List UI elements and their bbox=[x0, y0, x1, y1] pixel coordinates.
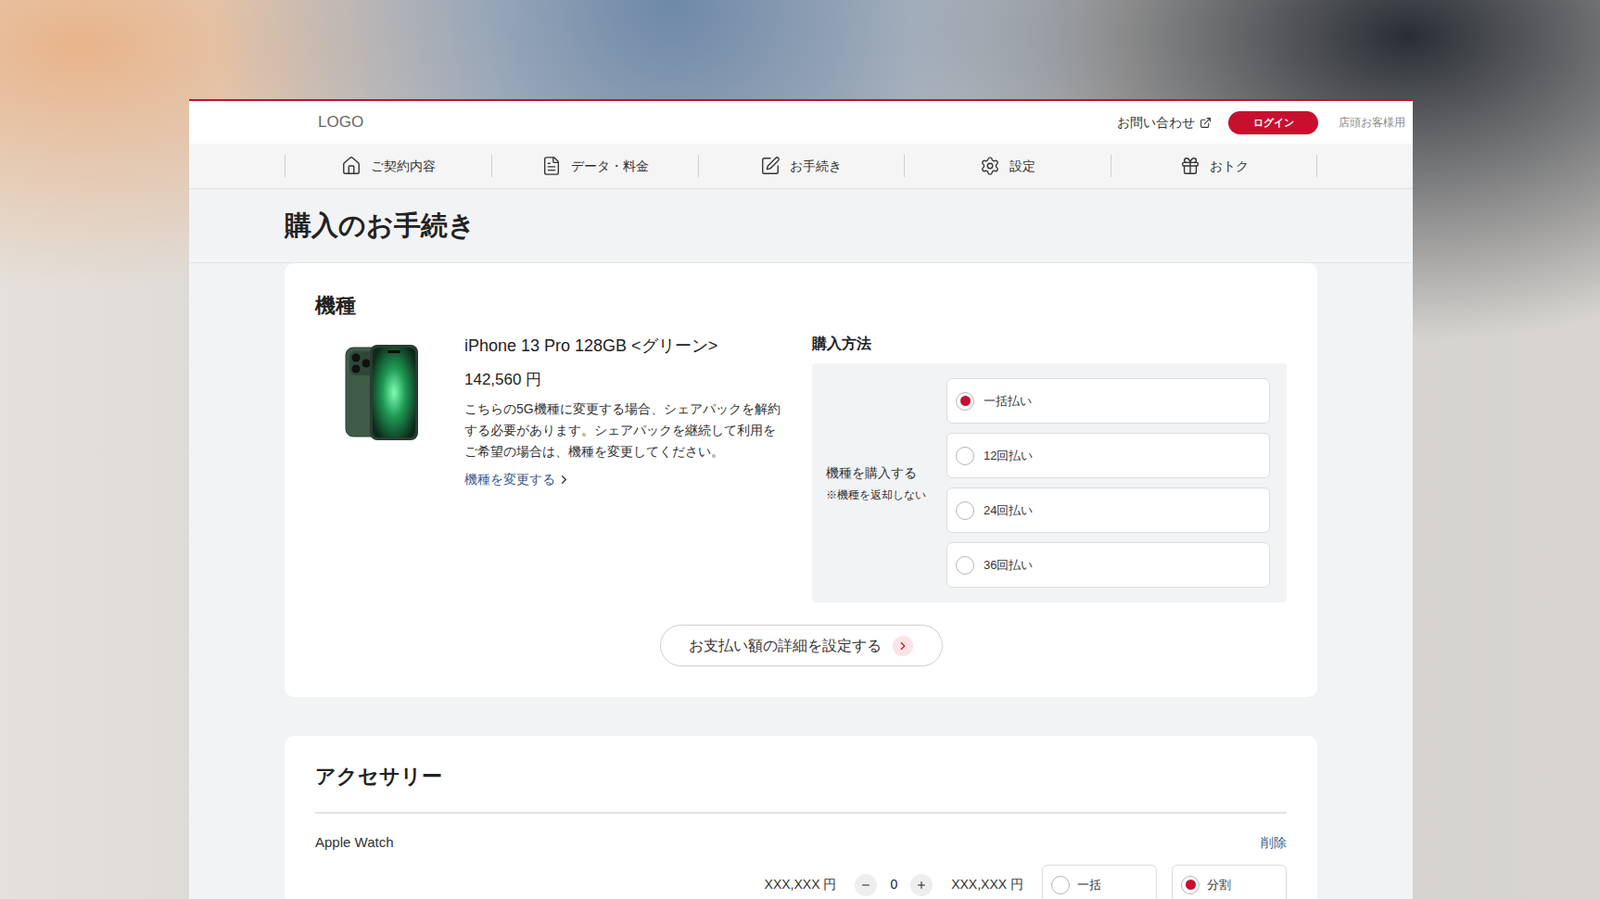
section-heading: 機種 bbox=[315, 291, 1287, 321]
decrease-button[interactable] bbox=[854, 874, 877, 897]
external-link-icon bbox=[1199, 116, 1212, 129]
nav-item[interactable]: ご契約内容 bbox=[284, 154, 492, 178]
accessory-item: Apple Watch削除XXX,XXX 円0XXX,XXX 円一括分割 bbox=[315, 813, 1287, 899]
product-price: 142,560 円 bbox=[464, 368, 787, 392]
radio-button bbox=[1051, 876, 1070, 895]
radio-dot bbox=[1185, 879, 1196, 890]
device-card: 機種 iPhone 13 Pro 128GB <グリーン> 142,560 円こちら… bbox=[284, 263, 1318, 698]
header: LOGO お問い合わせログイン 店頭お客様用 bbox=[189, 101, 1413, 144]
unit-price: XXX,XXX 円 bbox=[764, 875, 838, 895]
nav-item[interactable]: データ・料金 bbox=[491, 154, 699, 178]
login-button[interactable]: ログイン bbox=[1228, 111, 1319, 135]
radio-button bbox=[955, 556, 975, 575]
page-title: 購入のお手続き bbox=[284, 205, 476, 247]
radio-dot bbox=[960, 395, 971, 407]
main-nav: ご契約内容データ・料金お手続き設定おトク bbox=[189, 143, 1413, 190]
product-name: iPhone 13 Pro 128GB <グリーン> bbox=[464, 333, 787, 358]
change-device-link[interactable]: 機種を変更する bbox=[464, 469, 787, 490]
section-heading: アクセサリー bbox=[315, 761, 1287, 792]
accessory-name: Apple Watch bbox=[315, 832, 394, 854]
product-description: こちらの5G機種に変更する場合、シェアパックを解約する必要があります。シェアパッ… bbox=[464, 398, 787, 463]
gift-icon bbox=[1180, 155, 1201, 177]
purchase-heading: 購入方法 bbox=[812, 333, 1287, 355]
nav-item[interactable]: おトク bbox=[1110, 154, 1318, 178]
radio-button bbox=[955, 446, 975, 466]
procedure-icon bbox=[760, 155, 781, 177]
data-icon bbox=[541, 155, 562, 177]
increase-button[interactable] bbox=[910, 874, 933, 897]
purchase-note: ※機種を返却しない bbox=[825, 486, 947, 504]
delete-link[interactable]: 削除 bbox=[1260, 833, 1287, 853]
radio-button bbox=[1180, 876, 1200, 895]
accessory-payment-option[interactable]: 分割 bbox=[1171, 864, 1287, 899]
title-band: 購入のお手続き bbox=[189, 189, 1413, 264]
payment-option[interactable]: 12回払い bbox=[946, 432, 1270, 479]
plus-icon bbox=[915, 879, 927, 891]
payment-option[interactable]: 一括払い bbox=[946, 378, 1270, 424]
purchase-label: 機種を購入する bbox=[825, 463, 947, 483]
purchase-method: 購入方法機種を購入する ※機種を返却しない 一括払い 12回払い 24回払い 36回払い bbox=[812, 333, 1287, 603]
divider bbox=[315, 812, 1287, 814]
radio-button bbox=[955, 392, 975, 411]
store-link[interactable]: 店頭お客様用 bbox=[1338, 114, 1406, 131]
quantity-stepper: 0 bbox=[854, 874, 933, 897]
chevron-right-icon bbox=[557, 472, 572, 487]
app-window: LOGO お問い合わせログイン 店頭お客様用ご契約内容データ・料金お手続き設定おトク… bbox=[189, 99, 1413, 899]
chevron-right-icon bbox=[896, 639, 910, 653]
radio-button bbox=[955, 501, 975, 521]
quantity: 0 bbox=[889, 875, 898, 895]
logo[interactable]: LOGO bbox=[317, 110, 364, 135]
product-info: iPhone 13 Pro 128GB <グリーン> 142,560 円こちらの5… bbox=[464, 333, 787, 603]
nav-item[interactable]: お手続き bbox=[698, 154, 905, 178]
home-icon bbox=[341, 155, 362, 177]
accessory-card: アクセサリーApple Watch削除XXX,XXX 円0XXX,XXX 円一括… bbox=[284, 736, 1318, 899]
total-price: XXX,XXX 円 bbox=[951, 875, 1024, 895]
payment-option[interactable]: 36回払い bbox=[946, 542, 1270, 588]
payment-option[interactable]: 24回払い bbox=[946, 487, 1270, 534]
iphone-image-icon bbox=[344, 344, 420, 441]
settings-icon bbox=[979, 155, 1001, 177]
accessory-payment-option[interactable]: 一括 bbox=[1041, 864, 1157, 899]
content: 機種 iPhone 13 Pro 128GB <グリーン> 142,560 円こちら… bbox=[189, 263, 1413, 899]
screen: LOGO お問い合わせログイン 店頭お客様用ご契約内容データ・料金お手続き設定おトク… bbox=[0, 0, 1600, 899]
nav-item[interactable]: 設定 bbox=[903, 154, 1111, 178]
contact-link[interactable]: お問い合わせ bbox=[1117, 113, 1212, 133]
minus-icon bbox=[860, 879, 872, 891]
payment-detail-button[interactable]: お支払い額の詳細を設定する bbox=[660, 624, 943, 667]
